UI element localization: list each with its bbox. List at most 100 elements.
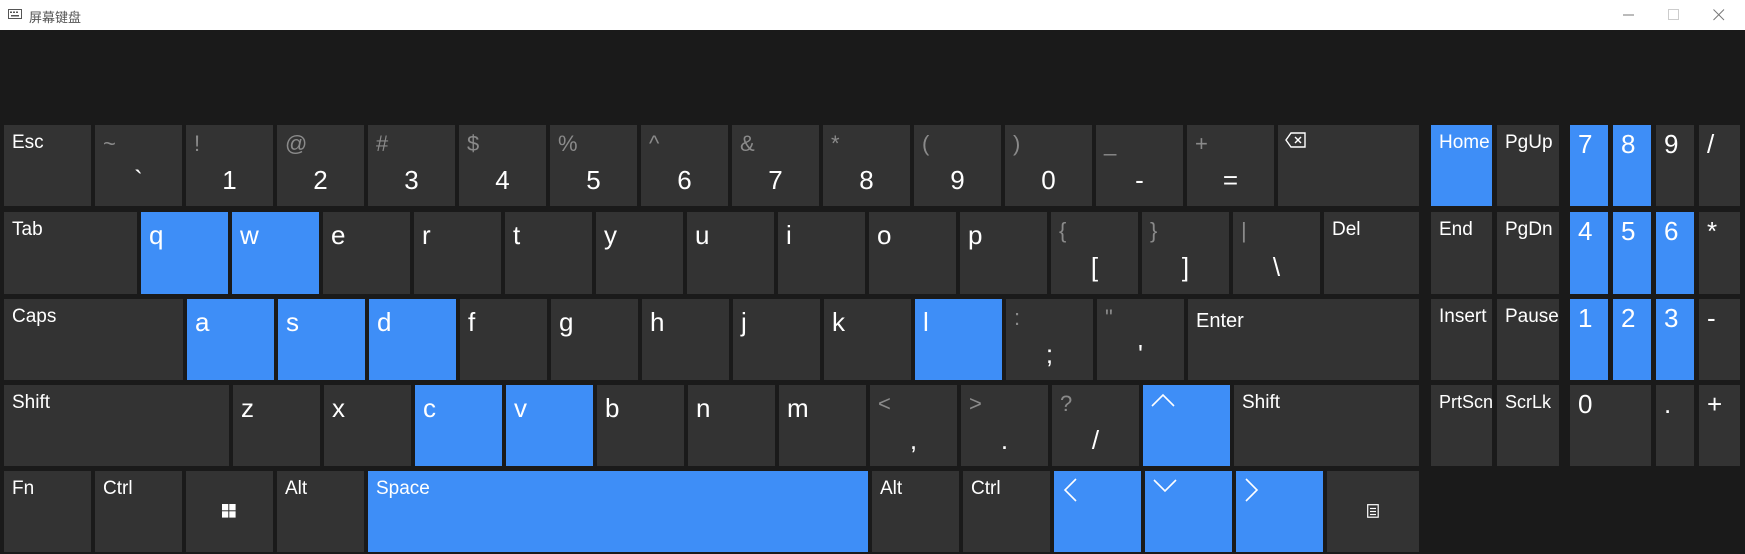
key-backtick[interactable]: ~ ` (95, 125, 182, 206)
key-tab[interactable]: Tab (4, 212, 137, 294)
windows-icon (222, 504, 236, 518)
key-8[interactable]: * 8 (823, 125, 910, 206)
key-comma[interactable]: <, (870, 385, 957, 466)
numpad-multiply[interactable]: * (1699, 212, 1740, 294)
key-del[interactable]: Del (1324, 212, 1419, 294)
numpad-2[interactable]: 2 (1613, 299, 1651, 380)
key-1[interactable]: ! 1 (186, 125, 273, 206)
key-windows[interactable] (186, 471, 273, 552)
key-main-symbol: 3 (404, 165, 419, 195)
key-0[interactable]: ) 0 (1005, 125, 1092, 206)
key-main-symbol: = (1222, 165, 1239, 195)
key-o[interactable]: o (869, 212, 956, 294)
key-shift-left[interactable]: Shift (4, 385, 229, 466)
key-l[interactable]: l (915, 299, 1002, 380)
key-h[interactable]: h (642, 299, 729, 380)
key-n[interactable]: n (688, 385, 775, 466)
numpad-7[interactable]: 7 (1570, 125, 1608, 206)
key-scrlk[interactable]: ScrLk (1497, 385, 1559, 466)
key-c[interactable]: c (415, 385, 502, 466)
key-space[interactable]: Space (368, 471, 868, 552)
key-y[interactable]: y (596, 212, 683, 294)
key-period[interactable]: >. (961, 385, 1048, 466)
maximize-button[interactable] (1663, 0, 1687, 30)
key-x[interactable]: x (324, 385, 411, 466)
numpad-6[interactable]: 6 (1656, 212, 1694, 294)
key-shift-symbol: < (878, 391, 891, 416)
key-a[interactable]: a (187, 299, 274, 380)
key-w[interactable]: w (232, 212, 319, 294)
key-k[interactable]: k (824, 299, 911, 380)
key-m[interactable]: m (779, 385, 866, 466)
key-r[interactable]: r (414, 212, 501, 294)
key-caps[interactable]: Caps (4, 299, 183, 380)
key-pgup[interactable]: PgUp (1497, 125, 1559, 206)
key-fn[interactable]: Fn (4, 471, 91, 552)
numpad-add[interactable]: + (1699, 385, 1740, 466)
key-end[interactable]: End (1431, 212, 1492, 294)
numpad-5[interactable]: 5 (1613, 212, 1651, 294)
key-label: f (468, 307, 476, 337)
key-3[interactable]: #3 (368, 125, 455, 206)
numpad-3[interactable]: 3 (1656, 299, 1694, 380)
key-b[interactable]: b (597, 385, 684, 466)
key-s[interactable]: s (278, 299, 365, 380)
key-arrow-up[interactable] (1143, 385, 1230, 466)
numpad-divide[interactable]: / (1699, 125, 1740, 206)
numpad-8[interactable]: 8 (1613, 125, 1651, 206)
key-esc[interactable]: Esc (4, 125, 91, 206)
numpad-subtract[interactable]: - (1699, 299, 1740, 380)
key-shift-right[interactable]: Shift (1234, 385, 1419, 466)
key-z[interactable]: z (233, 385, 320, 466)
key-menu[interactable] (1327, 471, 1419, 552)
key-4[interactable]: $4 (459, 125, 546, 206)
numpad-1[interactable]: 1 (1570, 299, 1608, 380)
key-v[interactable]: v (506, 385, 593, 466)
numpad-0[interactable]: 0 (1570, 385, 1651, 466)
key-enter[interactable]: Enter (1188, 299, 1419, 380)
key-6[interactable]: ^ 6 (641, 125, 728, 206)
key-equals[interactable]: + = (1187, 125, 1274, 206)
key-arrow-right[interactable] (1236, 471, 1323, 552)
key-label: k (832, 307, 845, 337)
key-backslash[interactable]: | \ (1233, 212, 1320, 294)
key-insert[interactable]: Insert (1431, 299, 1492, 380)
key-e[interactable]: e (323, 212, 410, 294)
key-p[interactable]: p (960, 212, 1047, 294)
key-j[interactable]: j (733, 299, 820, 380)
key-right-bracket[interactable]: }] (1142, 212, 1229, 294)
key-pause[interactable]: Pause (1497, 299, 1559, 380)
key-label: o (877, 220, 892, 250)
key-2[interactable]: @2 (277, 125, 364, 206)
key-ctrl-left[interactable]: Ctrl (95, 471, 182, 552)
key-pgdn[interactable]: PgDn (1497, 212, 1559, 294)
numpad-4[interactable]: 4 (1570, 212, 1608, 294)
key-i[interactable]: i (778, 212, 865, 294)
key-u[interactable]: u (687, 212, 774, 294)
key-d[interactable]: d (369, 299, 456, 380)
key-semicolon[interactable]: :; (1006, 299, 1093, 380)
key-7[interactable]: & 7 (732, 125, 819, 206)
key-ctrl-right[interactable]: Ctrl (963, 471, 1050, 552)
key-prtscn[interactable]: PrtScn (1431, 385, 1492, 466)
key-slash[interactable]: ? / (1052, 385, 1139, 466)
key-9[interactable]: (9 (914, 125, 1001, 206)
key-left-bracket[interactable]: {[ (1051, 212, 1138, 294)
key-quote[interactable]: " ' (1097, 299, 1184, 380)
close-button[interactable] (1708, 0, 1732, 30)
key-t[interactable]: t (505, 212, 592, 294)
key-5[interactable]: % 5 (550, 125, 637, 206)
key-f[interactable]: f (460, 299, 547, 380)
key-arrow-left[interactable] (1054, 471, 1141, 552)
minimize-button[interactable] (1618, 0, 1642, 30)
key-q[interactable]: q (141, 212, 228, 294)
key-arrow-down[interactable] (1145, 471, 1232, 552)
key-backspace[interactable] (1278, 125, 1419, 206)
key-alt-right[interactable]: Alt (872, 471, 959, 552)
key-minus[interactable]: _ - (1096, 125, 1183, 206)
key-alt-left[interactable]: Alt (277, 471, 364, 552)
numpad-9[interactable]: 9 (1656, 125, 1694, 206)
numpad-decimal[interactable]: . (1656, 385, 1694, 466)
key-g[interactable]: g (551, 299, 638, 380)
key-home[interactable]: Home (1431, 125, 1492, 206)
